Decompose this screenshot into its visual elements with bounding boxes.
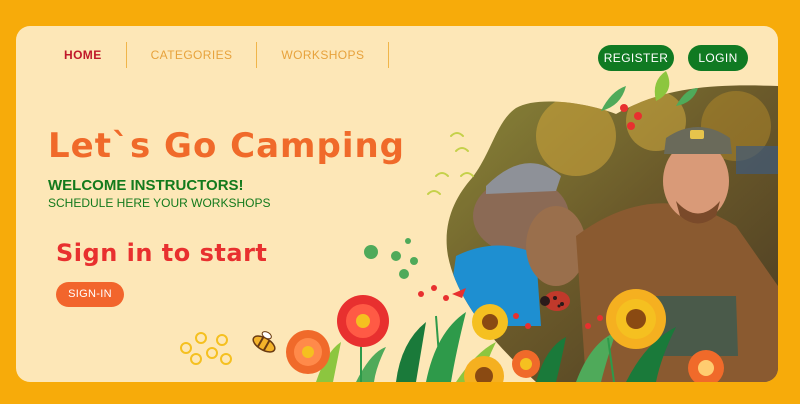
main-nav: HOME CATEGORIES WORKSHOPS [56, 42, 390, 68]
welcome-heading: WELCOME INSTRUCTORS! [48, 177, 244, 194]
page-title: Let`s Go Camping [48, 126, 406, 166]
schedule-subtitle: SCHEDULE HERE YOUR WORKSHOPS [48, 196, 271, 210]
landing-card: HOME CATEGORIES WORKSHOPS REGISTER LOGIN… [16, 26, 778, 382]
signin-button[interactable]: SIGN-IN [56, 282, 124, 307]
nav-categories[interactable]: CATEGORIES [127, 42, 258, 68]
register-button[interactable]: REGISTER [598, 45, 674, 71]
nav-home[interactable]: HOME [56, 42, 127, 68]
nav-workshops[interactable]: WORKSHOPS [257, 42, 390, 68]
signin-heading: Sign in to start [56, 239, 268, 267]
login-button[interactable]: LOGIN [688, 45, 748, 71]
